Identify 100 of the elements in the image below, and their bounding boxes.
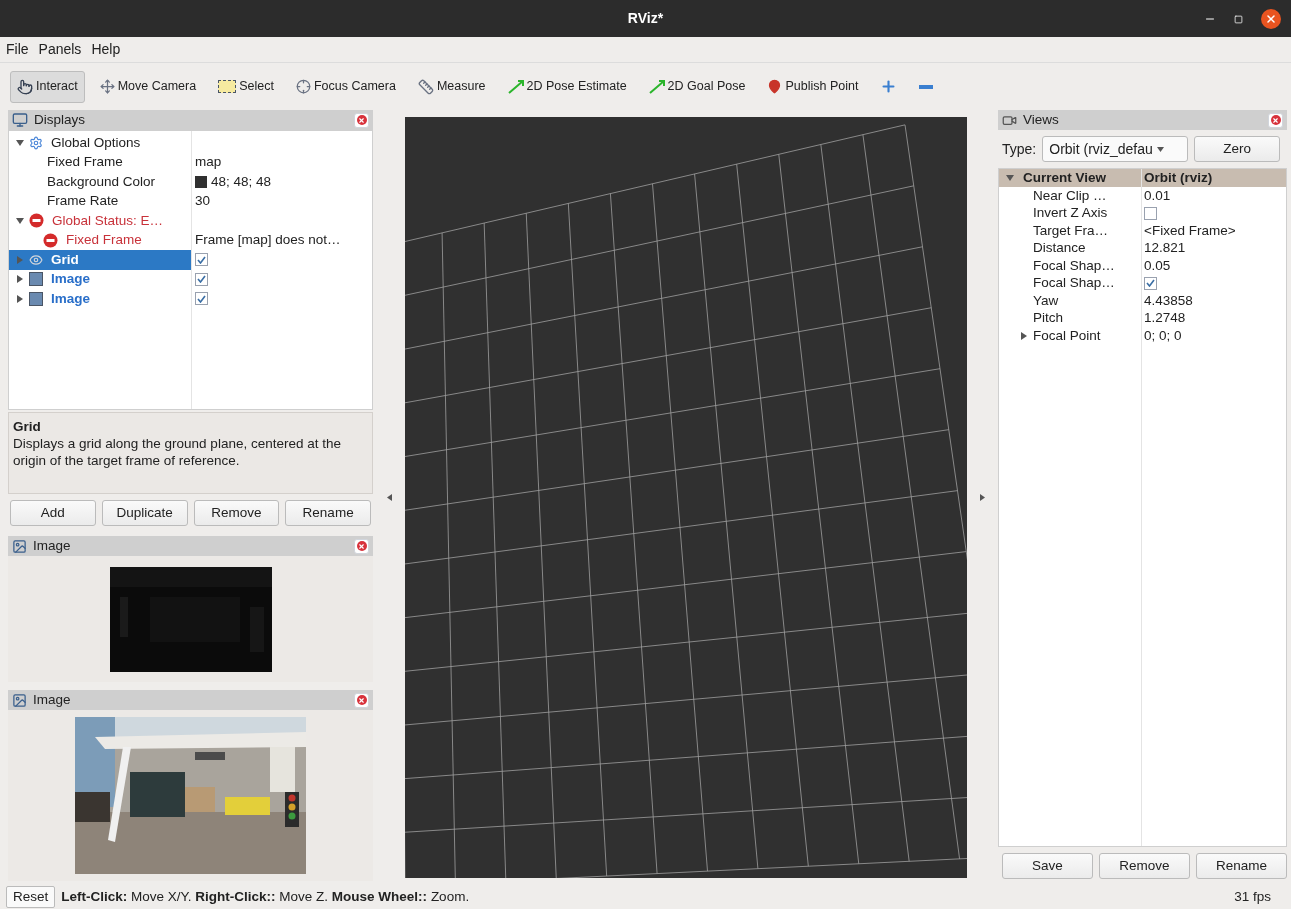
property-value: 0.05: [1144, 256, 1171, 275]
reset-button[interactable]: Reset: [6, 886, 56, 908]
property-value: map: [195, 153, 222, 172]
property-value: Frame [map] does not…: [195, 231, 341, 250]
hand-pointer-icon: [17, 78, 33, 95]
tree-item-label[interactable]: Frame Rate: [47, 191, 119, 212]
property-name: Yaw: [1033, 291, 1059, 310]
tree-item-label[interactable]: Image: [51, 269, 91, 290]
property-name: Distance: [1033, 239, 1086, 258]
panel-title: Displays: [34, 110, 86, 129]
arrow-icon: [648, 79, 665, 94]
toolbar-button[interactable]: Interact: [10, 70, 85, 103]
image-icon: [12, 538, 27, 554]
image-icon: [12, 692, 27, 708]
expanded-arrow-icon[interactable]: [1006, 175, 1014, 181]
checkbox[interactable]: [1144, 276, 1157, 290]
tree-item-label[interactable]: Fixed Frame: [66, 230, 142, 251]
tree-item-label[interactable]: Global Status: E…: [52, 210, 164, 231]
close-icon[interactable]: [1261, 9, 1281, 29]
collapsed-arrow-icon[interactable]: [17, 294, 23, 303]
gear-icon: [29, 135, 43, 150]
description-title: Grid: [13, 418, 42, 435]
tree-item-label[interactable]: Background Color: [47, 171, 156, 192]
panel-button[interactable]: Remove: [193, 500, 280, 526]
property-name: Focal Point: [1033, 326, 1101, 345]
toolbar-button[interactable]: Measure: [410, 70, 493, 103]
image-icon: [29, 291, 43, 306]
panel-button[interactable]: Zero: [1194, 136, 1281, 162]
maximize-icon: [1234, 14, 1243, 24]
collapsed-arrow-icon[interactable]: [1021, 331, 1027, 340]
checkmark-icon: [197, 294, 206, 303]
expand-right-icon[interactable]: [980, 494, 985, 501]
menu-item[interactable]: Help: [91, 39, 121, 60]
checkmark-icon: [197, 275, 206, 284]
checkbox[interactable]: [1144, 206, 1157, 220]
plus-icon: [880, 78, 898, 95]
property-value: 30: [195, 192, 211, 211]
tree-item-label[interactable]: Grid: [51, 249, 79, 270]
tree-item-label[interactable]: Image: [51, 288, 91, 309]
property-value: 0; 0; 0: [1144, 326, 1182, 345]
error-icon: [43, 232, 58, 248]
menu-item[interactable]: File: [6, 39, 29, 60]
property-value: 1.2748: [1144, 309, 1186, 328]
property-name: Focal Shap…: [1033, 256, 1115, 275]
property-value: <Fixed Frame>: [1144, 221, 1236, 240]
collapsed-arrow-icon[interactable]: [17, 275, 23, 284]
panel-button[interactable]: Save: [1002, 853, 1093, 879]
toolbar-button[interactable]: Select: [211, 70, 281, 103]
minus-icon: [919, 84, 934, 89]
image-icon: [29, 272, 43, 287]
toolbar-button[interactable]: Move Camera: [92, 70, 204, 103]
type-dropdown[interactable]: Orbit (rviz_defau: [1042, 136, 1189, 162]
grid-icon: [29, 252, 43, 267]
expanded-arrow-icon[interactable]: [16, 139, 24, 146]
panel-button[interactable]: Rename: [1196, 853, 1287, 879]
description-text: Displays a grid along the ground plane, centered at the origin of the target frame of reference.: [13, 435, 342, 469]
move-icon: [99, 79, 115, 94]
toolbar-button[interactable]: 2D Pose Estimate: [500, 70, 634, 103]
property-name: Pitch: [1033, 309, 1063, 328]
error-icon: [29, 213, 44, 229]
crosshair-icon: [295, 79, 311, 94]
collapse-left-icon[interactable]: [386, 494, 392, 501]
monitor-icon: [12, 112, 28, 128]
toolbar-button[interactable]: 2D Goal Pose: [641, 70, 753, 103]
property-value: 0.01: [1144, 186, 1171, 205]
fps-counter: 31 fps: [1234, 887, 1271, 906]
property-value: 48; 48; 48: [211, 172, 272, 191]
dropdown-caret-icon[interactable]: [1156, 146, 1164, 152]
type-label: Type:: [1002, 139, 1037, 159]
panel-title: Image: [33, 690, 72, 709]
panel-button[interactable]: Remove: [1099, 853, 1190, 879]
property-name: Focal Shap…: [1033, 274, 1115, 293]
menu-item[interactable]: Panels: [38, 39, 82, 60]
panel-button[interactable]: Duplicate: [101, 500, 188, 526]
panel-button[interactable]: Add: [10, 500, 96, 526]
ruler-icon: [417, 78, 434, 95]
tree-item-label[interactable]: Current View: [1023, 167, 1107, 189]
selection-icon: [218, 80, 237, 93]
checkbox[interactable]: [195, 253, 208, 267]
checkmark-icon: [1146, 279, 1155, 288]
toolbar-button[interactable]: Publish Point: [760, 70, 866, 103]
checkbox[interactable]: [195, 272, 208, 286]
panel-title: Image: [33, 536, 72, 555]
property-value: 12.821: [1144, 239, 1186, 258]
property-value: 4.43858: [1144, 291, 1193, 310]
tree-item-label[interactable]: Fixed Frame: [47, 152, 123, 173]
window-title: RViz*: [627, 9, 664, 28]
property-value: Orbit (rviz): [1143, 168, 1213, 187]
checkbox[interactable]: [195, 292, 208, 306]
mouse-hint: Left-Click: Move X/Y. Right-Click:: Move Z. Mouse Wheel:: Zoom.: [61, 887, 471, 906]
property-name: Target Fra…: [1033, 221, 1109, 240]
expanded-arrow-icon[interactable]: [16, 217, 24, 224]
toolbar-button[interactable]: Focus Camera: [288, 70, 403, 103]
panel-button[interactable]: Rename: [285, 500, 371, 526]
property-name: Invert Z Axis: [1033, 204, 1108, 223]
arrow-icon: [507, 79, 524, 94]
map-pin-icon: [767, 79, 783, 94]
tree-item-label[interactable]: Global Options: [51, 132, 141, 153]
property-name: Near Clip …: [1033, 186, 1107, 205]
checkmark-icon: [197, 255, 206, 264]
